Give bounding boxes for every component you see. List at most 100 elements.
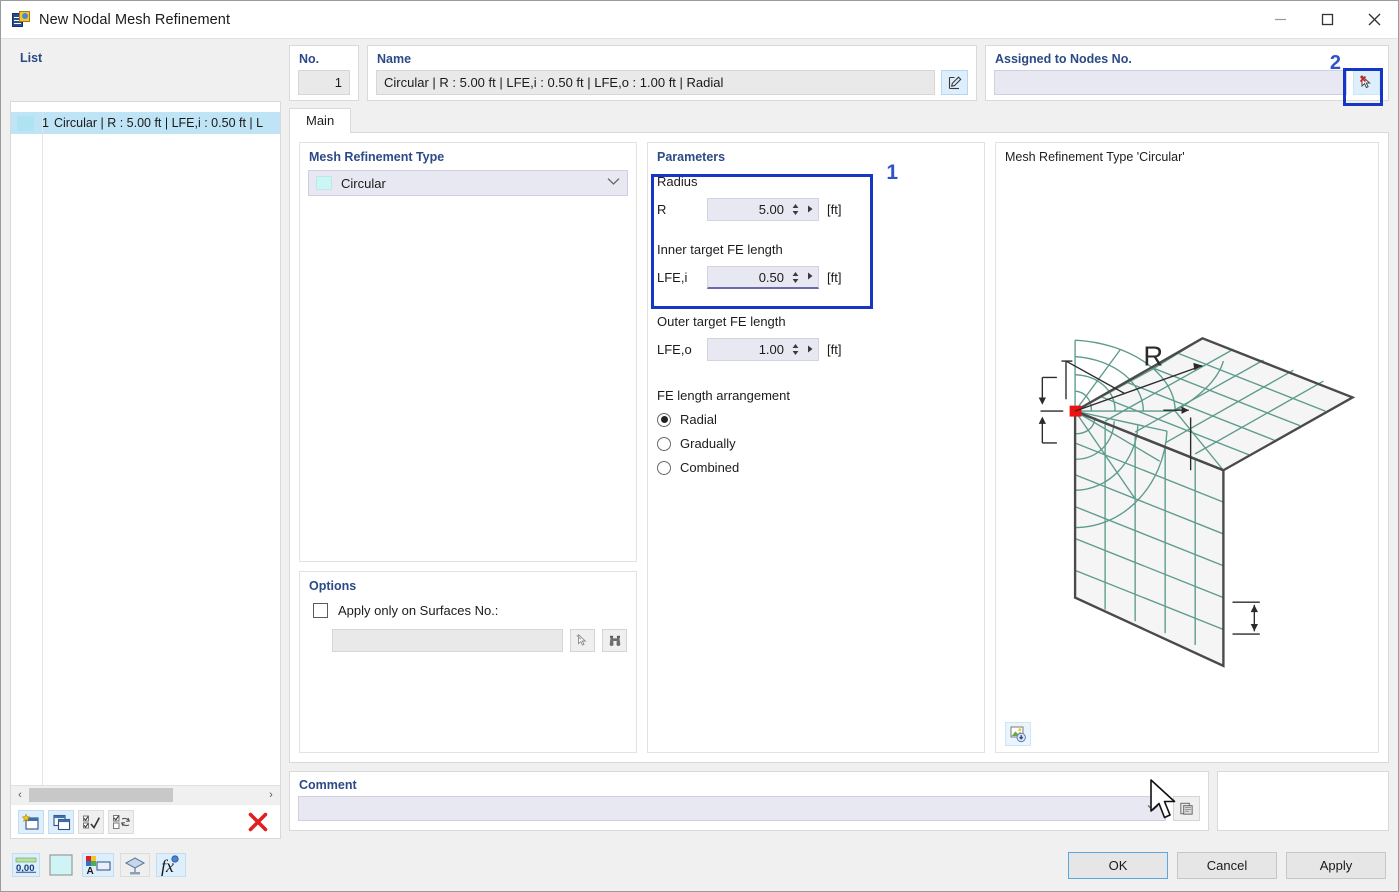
annotation-highlight-1 — [651, 174, 873, 310]
annotation-highlight-2 — [1343, 68, 1383, 106]
scroll-right-icon[interactable]: › — [262, 789, 280, 801]
scrollbar-thumb[interactable] — [29, 788, 174, 802]
list-legend: List — [20, 51, 43, 66]
mouse-cursor — [1149, 779, 1179, 826]
radio-option-combined[interactable]: Combined — [657, 460, 975, 475]
parameters-legend: Parameters — [657, 150, 726, 165]
radio-gradually-icon[interactable] — [657, 436, 671, 451]
dialog-footer: 0,00 A fx OK Cancel Apply — [1, 839, 1398, 891]
comment-row: Comment — [289, 763, 1389, 839]
image-export-icon[interactable] — [1005, 722, 1031, 747]
scroll-left-icon[interactable]: ‹ — [11, 789, 29, 801]
color-box-icon[interactable] — [46, 853, 76, 877]
radio-combined-icon[interactable] — [657, 460, 671, 475]
radio-radial-icon[interactable] — [657, 412, 671, 427]
expand-arrow-icon[interactable] — [806, 344, 814, 356]
number-field[interactable]: 1 — [298, 70, 350, 95]
toggle-check-icon[interactable] — [108, 809, 134, 834]
cancel-button[interactable]: Cancel — [1177, 851, 1277, 879]
preview-toolbar — [996, 716, 1378, 752]
mesh-preview-graphic: R — [1038, 337, 1356, 668]
radio-option-radial[interactable]: Radial — [657, 412, 975, 427]
mesh-refinement-type-value: Circular — [341, 175, 386, 191]
list-item[interactable]: 1 Circular | R : 5.00 ft | LFE,i : 0.50 … — [11, 112, 280, 135]
list-column: List 1 Circular | R : 5.00 ft | LFE,i : … — [10, 51, 281, 839]
list-rows: 1 Circular | R : 5.00 ft | LFE,i : 0.50 … — [11, 112, 280, 785]
ok-button[interactable]: OK — [1068, 851, 1168, 879]
list-column-divider — [42, 112, 43, 785]
mesh-refinement-type-legend: Mesh Refinement Type — [309, 150, 445, 165]
preview-title: Mesh Refinement Type 'Circular' — [1005, 150, 1185, 165]
radio-radial-label: Radial — [680, 412, 717, 428]
minimize-button[interactable] — [1257, 1, 1304, 39]
tab-strip: Main — [289, 107, 1389, 134]
red-x-icon[interactable] — [243, 810, 273, 834]
title-bar: New Nodal Mesh Refinement — [1, 1, 1398, 39]
type-color-swatch — [316, 176, 332, 191]
options-legend: Options — [309, 579, 357, 594]
copy-window-icon[interactable] — [48, 809, 74, 834]
apply-only-surfaces-label: Apply only on Surfaces No.: — [338, 603, 499, 619]
mesh-refinement-type-select[interactable]: Circular — [308, 170, 628, 197]
tab-main[interactable]: Main — [289, 108, 352, 134]
decimal-places-button[interactable]: 0,00 — [12, 853, 40, 877]
list-panel: List 1 Circular | R : 5.00 ft | LFE,i : … — [10, 51, 281, 839]
list-horizontal-scrollbar[interactable]: ‹ › — [11, 785, 280, 804]
main-column: Main Mesh Refinement Type Circular Optio… — [289, 101, 1389, 839]
close-button[interactable] — [1351, 1, 1398, 39]
list-toolbar — [11, 804, 280, 838]
select-cursor-icon[interactable] — [570, 629, 595, 653]
palette-text-icon[interactable]: A — [82, 853, 114, 877]
fx-icon[interactable]: fx — [156, 853, 186, 877]
window-title: New Nodal Mesh Refinement — [39, 11, 231, 28]
comment-input[interactable] — [298, 796, 1166, 821]
surfaces-input[interactable] — [332, 629, 563, 653]
apply-only-surfaces-checkbox[interactable] — [313, 603, 328, 619]
edit-name-icon[interactable] — [941, 70, 968, 95]
radius-label-graphic: R — [1143, 341, 1163, 372]
outer-fe-symbol: LFE,o — [657, 342, 692, 358]
apply-button[interactable]: Apply — [1286, 851, 1386, 879]
comment-extra-panel — [1217, 771, 1389, 831]
binoculars-icon[interactable] — [602, 629, 627, 653]
number-legend: No. — [299, 52, 320, 66]
mesh-refinement-icon — [12, 10, 30, 29]
list-item-label: Circular | R : 5.00 ft | LFE,i : 0.50 ft… — [53, 116, 264, 131]
outer-fe-label: Outer target FE length — [657, 314, 786, 330]
dialog-body: List 1 Circular | R : 5.00 ft | LFE,i : … — [1, 51, 1398, 839]
outer-fe-unit: [ft] — [827, 342, 842, 358]
new-window-icon[interactable] — [18, 809, 44, 834]
footer-buttons: OK Cancel Apply — [1068, 851, 1386, 879]
list-item-number: 1 — [42, 116, 49, 131]
number-panel: No. 1 — [289, 45, 359, 102]
type-options-column: Mesh Refinement Type Circular Options Ap… — [299, 142, 637, 753]
outer-fe-input[interactable]: 1.00 — [707, 338, 819, 362]
scrollbar-track[interactable] — [29, 788, 262, 802]
svg-text:A: A — [87, 866, 94, 875]
comment-legend: Comment — [299, 778, 357, 792]
name-panel: Name Circular | R : 5.00 ft | LFE,i : 0.… — [367, 45, 977, 102]
radio-gradually-label: Gradually — [680, 436, 736, 452]
spinner-arrows-icon[interactable] — [790, 342, 801, 357]
check-list-icon[interactable] — [78, 809, 104, 834]
assigned-nodes-legend: Assigned to Nodes No. — [995, 52, 1132, 66]
assigned-nodes-panel: Assigned to Nodes No. 2 — [985, 45, 1389, 106]
radio-combined-label: Combined — [680, 460, 740, 476]
list-item-color-swatch — [17, 115, 34, 131]
annotation-marker-2: 2 — [1329, 52, 1341, 74]
render-icon[interactable] — [120, 853, 150, 877]
name-legend: Name — [377, 52, 412, 66]
preview-panel: Mesh Refinement Type 'Circular' R — [995, 142, 1379, 753]
maximize-button[interactable] — [1304, 1, 1351, 39]
parameters-group: Parameters 1 Radius R 5.00 [ft] Inner ta… — [647, 142, 985, 753]
radio-option-gradually[interactable]: Gradually — [657, 436, 975, 451]
annotation-marker-1: 1 — [886, 161, 898, 185]
window-controls — [1257, 1, 1398, 39]
fe-arrangement-label: FE length arrangement — [657, 388, 790, 404]
tab-content-main: Mesh Refinement Type Circular Options Ap… — [289, 132, 1389, 763]
dialog-window: New Nodal Mesh Refinement No. 1 Name Cir… — [0, 0, 1399, 892]
assigned-nodes-input[interactable] — [994, 70, 1347, 95]
comment-panel: Comment — [289, 771, 1209, 831]
name-input[interactable]: Circular | R : 5.00 ft | LFE,i : 0.50 ft… — [376, 70, 935, 95]
outer-fe-value: 1.00 — [758, 342, 784, 358]
